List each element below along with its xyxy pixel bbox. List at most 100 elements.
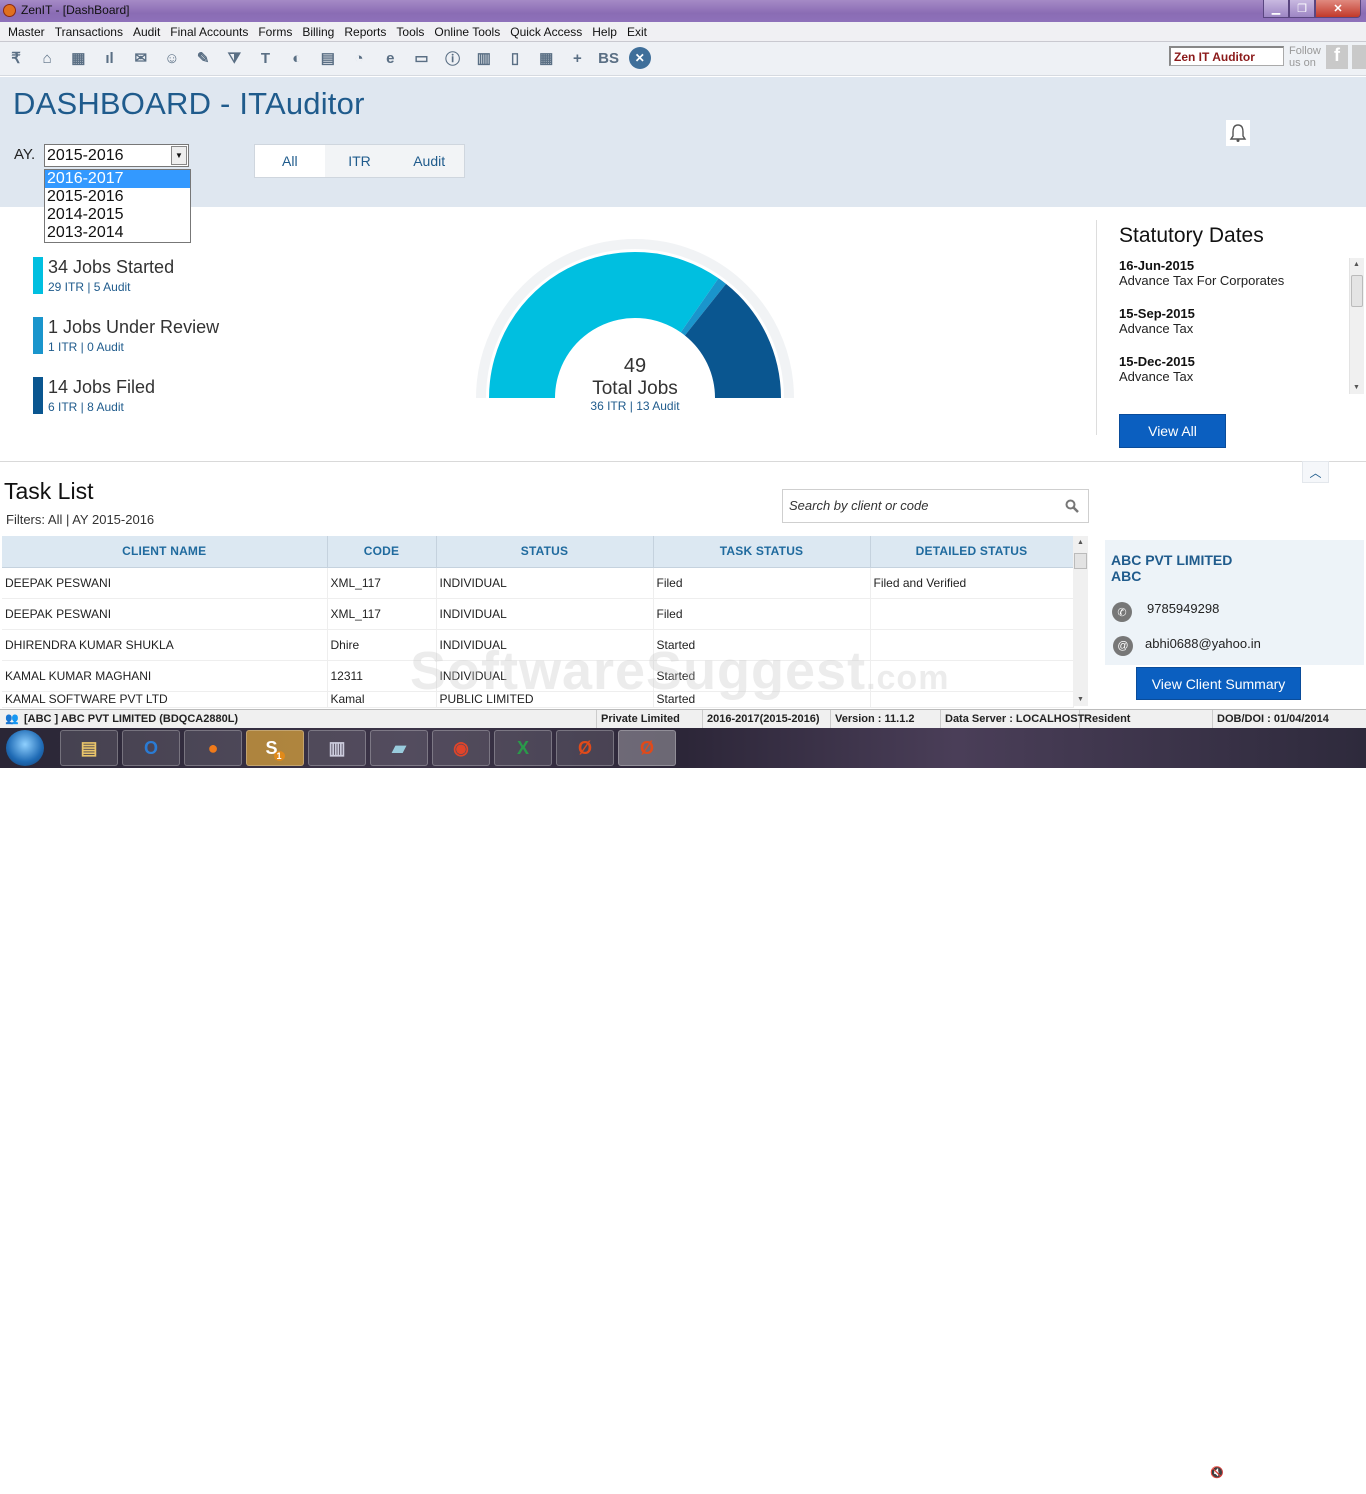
status-residency: Resident <box>1080 710 1213 728</box>
start-button[interactable] <box>6 730 44 766</box>
scroll-up-icon[interactable]: ▲ <box>1353 261 1360 268</box>
building-icon[interactable]: ▦ <box>67 47 89 69</box>
gauge-total: 49 <box>623 355 647 377</box>
menu-transactions[interactable]: Transactions <box>55 25 123 39</box>
calendar-icon[interactable]: ▦ <box>535 47 557 69</box>
epay-icon[interactable]: e <box>379 47 401 69</box>
ay-option[interactable]: 2015-2016 <box>45 188 190 206</box>
skype-icon[interactable]: S1 <box>246 730 304 766</box>
pie-toggle-icon[interactable]: ◐ <box>286 47 308 69</box>
column-header-task-status[interactable]: TASK STATUS <box>653 536 871 568</box>
outlook-icon[interactable]: O <box>122 730 180 766</box>
info-icon[interactable]: ⓘ <box>442 47 464 69</box>
stat-color-bar <box>33 317 43 354</box>
pie-chart-icon[interactable]: ◔ <box>348 47 370 69</box>
statutory-item: 15-Dec-2015 Advance Tax <box>1119 354 1195 384</box>
restore-button[interactable]: ❐ <box>1289 0 1315 18</box>
chevron-up-icon[interactable]: ︿ <box>1302 461 1329 483</box>
user-document-icon[interactable]: ▯ <box>504 47 526 69</box>
statutory-scrollbar[interactable]: ▲ ▼ <box>1349 258 1364 394</box>
ay-select[interactable]: 2015-2016 ▼ <box>44 144 189 167</box>
menu-forms[interactable]: Forms <box>258 25 292 39</box>
task-list-title: Task List <box>4 478 94 504</box>
total-jobs-gauge: 49 Total Jobs 36 ITR | 13 Audit <box>470 235 800 420</box>
bar-chart-icon[interactable]: ıl <box>99 47 121 69</box>
search-icon[interactable] <box>1065 499 1079 513</box>
view-all-button[interactable]: View All <box>1119 414 1226 448</box>
ay-option[interactable]: 2014-2015 <box>45 206 190 224</box>
client-name: ABC PVT LIMITED ABC <box>1111 552 1233 584</box>
ay-option[interactable]: 2013-2014 <box>45 224 190 242</box>
table-row[interactable]: DEEPAK PESWANI XML_117 INDIVIDUAL Filed File… <box>2 567 1074 599</box>
social-icon[interactable] <box>1352 45 1366 69</box>
menu-billing[interactable]: Billing <box>302 25 334 39</box>
users-icon[interactable]: ☺ <box>161 47 183 69</box>
column-header-detailed-status[interactable]: DETAILED STATUS <box>870 536 1074 568</box>
statutory-item: 15-Sep-2015 Advance Tax <box>1119 306 1195 336</box>
chrome-icon[interactable]: ◉ <box>432 730 490 766</box>
users-icon: 👥 <box>5 713 19 725</box>
column-header-status[interactable]: STATUS <box>436 536 654 568</box>
table-row[interactable]: DEEPAK PESWANI XML_117 INDIVIDUAL Filed <box>2 598 1074 630</box>
scroll-thumb[interactable] <box>1074 553 1087 569</box>
table-row[interactable]: KAMAL KUMAR MAGHANI 12311 INDIVIDUAL Starte… <box>2 660 1074 692</box>
computer-icon[interactable]: ▥ <box>308 730 366 766</box>
menu-master[interactable]: Master <box>8 25 45 39</box>
tax-icon[interactable]: T <box>255 47 277 69</box>
bell-icon[interactable] <box>1226 120 1250 146</box>
menu-quick-access[interactable]: Quick Access <box>510 25 582 39</box>
system-tray[interactable]: ▴ ▦ ▯ .ıl 🔇 <box>1155 1466 1224 1479</box>
scroll-up-icon[interactable]: ▲ <box>1077 539 1084 546</box>
calculator-icon[interactable]: ▤ <box>317 47 339 69</box>
scroll-down-icon[interactable]: ▼ <box>1077 696 1084 703</box>
minimize-button[interactable]: ▁ <box>1263 0 1289 18</box>
rupee-ledger-icon[interactable]: ₹ <box>5 47 27 69</box>
menu-audit[interactable]: Audit <box>133 25 160 39</box>
view-client-summary-button[interactable]: View Client Summary <box>1136 667 1301 700</box>
ay-option[interactable]: 2016-2017 <box>45 170 190 188</box>
excel-icon[interactable]: X <box>494 730 552 766</box>
status-bar: [ABC ] ABC PVT LIMITED (BDQCA2880L) 👥 Pr… <box>0 709 1366 728</box>
filter-icon[interactable]: ⧩ <box>223 47 245 69</box>
close-window-button[interactable]: ✕ <box>1315 0 1361 18</box>
notepad-icon[interactable]: ▰ <box>370 730 428 766</box>
menu-online-tools[interactable]: Online Tools <box>434 25 500 39</box>
file-explorer-icon[interactable]: ▤ <box>60 730 118 766</box>
firefox-icon[interactable]: ● <box>184 730 242 766</box>
tab-audit[interactable]: Audit <box>394 145 465 177</box>
zenit-icon[interactable]: Ø <box>556 730 614 766</box>
facebook-icon[interactable]: f <box>1326 45 1348 69</box>
folder-add-icon[interactable]: + <box>566 47 588 69</box>
menu-tools[interactable]: Tools <box>396 25 424 39</box>
tab-itr[interactable]: ITR <box>324 145 395 177</box>
table-scrollbar[interactable]: ▲ ▼ <box>1073 536 1088 706</box>
search-input[interactable] <box>789 498 1059 513</box>
menu-final-accounts[interactable]: Final Accounts <box>170 25 248 39</box>
menu-exit[interactable]: Exit <box>627 25 647 39</box>
scroll-thumb[interactable] <box>1351 275 1363 307</box>
table-row[interactable]: KAMAL SOFTWARE PVT LTD Kamal PUBLIC LIMITE… <box>2 691 1074 708</box>
toolbar: ₹ ⌂ ▦ ıl ✉ ☺ ✎ ⧩ T ◐ ▤ ◔ e ▭ ⓘ ▥ ▯ ▦ + BS ✕ <box>0 42 1366 76</box>
menu-reports[interactable]: Reports <box>344 25 386 39</box>
balance-sheet-icon[interactable]: BS <box>598 47 620 69</box>
menu-bar: Master Transactions Audit Final Accounts… <box>0 22 1366 42</box>
report-icon[interactable]: ▥ <box>473 47 495 69</box>
taskbar: ▤ O ● S1 ▥ ▰ ◉ X Ø Ø ▴ ▦ ▯ .ıl 🔇 1:32 PM… <box>0 728 1366 1492</box>
column-header-code[interactable]: CODE <box>327 536 437 568</box>
column-header-client-name[interactable]: CLIENT NAME <box>2 536 328 568</box>
close-icon[interactable]: ✕ <box>628 47 651 69</box>
book-icon[interactable]: ▭ <box>410 47 432 69</box>
pin-icon[interactable]: ✎ <box>192 47 214 69</box>
menu-help[interactable]: Help <box>592 25 617 39</box>
zenit-active-icon[interactable]: Ø <box>618 730 676 766</box>
tab-all[interactable]: All <box>255 145 325 177</box>
status-server: Data Server : LOCALHOST <box>941 710 1084 728</box>
clock[interactable]: 1:32 PM 29/01/2016 <box>1280 1460 1360 1494</box>
status-client: [ABC ] ABC PVT LIMITED (BDQCA2880L) <box>0 710 597 728</box>
chevron-down-icon[interactable]: ▼ <box>171 146 187 165</box>
gift-icon[interactable]: ✉ <box>130 47 152 69</box>
scroll-down-icon[interactable]: ▼ <box>1353 384 1360 391</box>
statutory-dates-title: Statutory Dates <box>1119 224 1264 247</box>
table-row[interactable]: DHIRENDRA KUMAR SHUKLA Dhire INDIVIDUAL Sta… <box>2 629 1074 661</box>
home-icon[interactable]: ⌂ <box>36 47 58 69</box>
